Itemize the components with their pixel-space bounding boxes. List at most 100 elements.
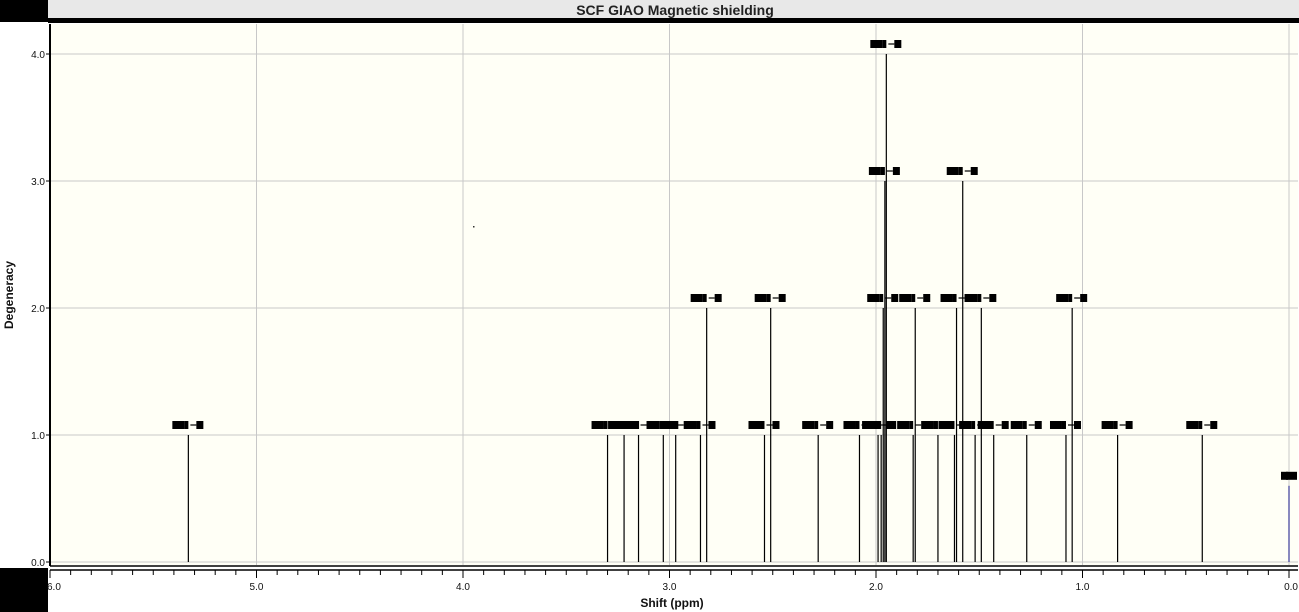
peak-label-glyph [923, 294, 931, 302]
peak-label-glyph [904, 294, 912, 302]
peak-label-glyph [807, 421, 815, 429]
peak-label-glyph [753, 421, 761, 429]
peak-label-glyph [603, 421, 608, 429]
peak-label-glyph [958, 167, 963, 175]
peak-label-glyph [664, 421, 672, 429]
peak-label-glyph [1001, 421, 1009, 429]
peak-label-glyph [951, 167, 959, 175]
peak-label-glyph [879, 294, 884, 302]
y-tick-label: 3.0 [31, 177, 45, 188]
peak-label-glyph [196, 421, 204, 429]
peak-label-glyph [880, 167, 885, 175]
peak-label [754, 294, 786, 302]
peak-label-glyph [671, 421, 676, 429]
peak-label-glyph [848, 421, 856, 429]
peak-label-glyph [902, 421, 910, 429]
plot-area[interactable] [50, 24, 1298, 565]
peak-label-glyph [695, 294, 703, 302]
peak-label-glyph [1015, 421, 1023, 429]
peak-label-glyph [1061, 294, 1069, 302]
peak-label-glyph [613, 421, 621, 429]
peak-label-glyph [873, 167, 881, 175]
peak-label-glyph [177, 421, 185, 429]
peak-label-glyph [1073, 421, 1081, 429]
peak-label-glyph [766, 294, 771, 302]
x-axis-ticks: 6.0 5.0 4.0 3.0 2.0 1.0 0.0 [47, 570, 1298, 593]
peak-label-glyph [596, 421, 604, 429]
peak-label-glyph [760, 421, 765, 429]
peak-label [946, 167, 978, 175]
peak-label [899, 294, 931, 302]
peak-label-glyph [1054, 421, 1062, 429]
peak-label-glyph [891, 294, 899, 302]
peak-label-glyph [778, 294, 786, 302]
peak-label [867, 294, 899, 302]
peak-label-glyph [945, 294, 953, 302]
x-tick-label: 0.0 [1284, 582, 1298, 593]
peak-label-glyph [696, 421, 701, 429]
peak-label-glyph [952, 294, 957, 302]
corner-block-top [0, 0, 48, 22]
peak-label [690, 294, 722, 302]
peak-label [977, 421, 1009, 429]
peak-label-glyph [1198, 421, 1203, 429]
corner-block-bottom [0, 568, 48, 612]
peak-label-glyph [971, 421, 976, 429]
peak-label-glyph [989, 294, 997, 302]
peak-label-glyph [892, 167, 900, 175]
spectrum-window: SCF GIAO Magnetic shielding 6.0 5.0 4.0 3.0… [0, 0, 1299, 612]
peak-label-glyph [970, 294, 978, 302]
peak-label-glyph [1191, 421, 1199, 429]
y-tick-label: 2.0 [31, 304, 45, 315]
peak-label-glyph [184, 421, 189, 429]
peak-label [1056, 294, 1088, 302]
y-tick-label: 4.0 [31, 50, 45, 61]
peak-label-glyph [889, 421, 897, 429]
stray-dot [473, 226, 475, 228]
peak-label [684, 421, 716, 429]
peak-label-glyph [1034, 421, 1042, 429]
peak-label [172, 421, 204, 429]
peak-label-glyph [933, 421, 938, 429]
peak-label-glyph [1022, 421, 1027, 429]
peak-label-glyph [772, 421, 780, 429]
peak-label [1010, 421, 1042, 429]
peak-label-glyph [872, 294, 880, 302]
peak-label-glyph [702, 294, 707, 302]
y-tick-label: 0.0 [31, 558, 45, 569]
peak-label-glyph [870, 421, 878, 429]
x-axis-label: Shift (ppm) [640, 596, 703, 610]
peak-label [1101, 421, 1133, 429]
peak-label-glyph [1293, 471, 1297, 480]
peak-label-glyph [634, 421, 639, 429]
peak-label [1281, 471, 1297, 480]
y-axis-label: Degeneracy [2, 261, 16, 329]
x-tick-label: 5.0 [250, 582, 264, 593]
chart-title: SCF GIAO Magnetic shielding [576, 2, 774, 18]
peak-label-glyph [950, 421, 955, 429]
peak-label-glyph [627, 421, 635, 429]
peak-label-glyph [826, 421, 834, 429]
peak-label [870, 40, 902, 48]
peak-label [1186, 421, 1218, 429]
peak-label-glyph [1068, 294, 1073, 302]
peak-label-glyph [652, 421, 660, 429]
peak-label [802, 421, 834, 429]
peak-label-glyph [970, 167, 978, 175]
peak-label [965, 294, 997, 302]
peak-label-glyph [964, 421, 972, 429]
peak-label-glyph [894, 40, 902, 48]
peak-label-glyph [977, 294, 982, 302]
peak-label-glyph [1210, 421, 1218, 429]
peak-label-glyph [909, 421, 914, 429]
peak-label-glyph [714, 294, 722, 302]
peak-label [865, 421, 897, 429]
x-tick-label: 4.0 [456, 582, 470, 593]
peak-label-glyph [855, 421, 860, 429]
peak-label-glyph [1061, 421, 1066, 429]
peak-label-glyph [708, 421, 716, 429]
peak-label [1049, 421, 1081, 429]
peak-label-glyph [875, 40, 883, 48]
peak-label-glyph [982, 421, 990, 429]
y-tick-label: 1.0 [31, 431, 45, 442]
